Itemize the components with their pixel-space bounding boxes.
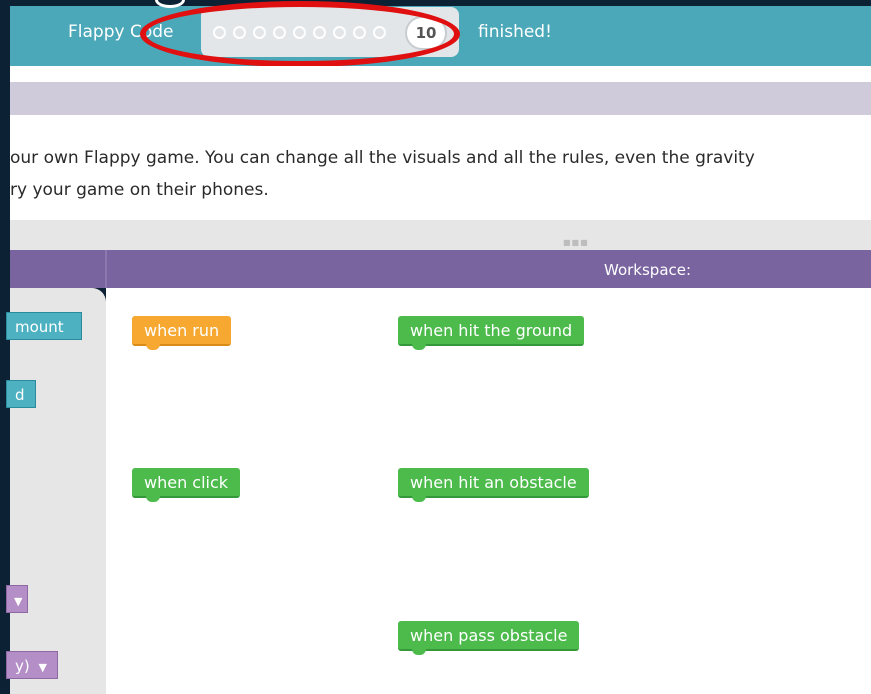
app-window: Flappy Code 10 finished! our own Flappy … bbox=[0, 0, 871, 694]
event-label: when hit the ground bbox=[410, 321, 573, 340]
toolbox-dropdown-block[interactable]: ▼ bbox=[6, 585, 28, 613]
toolbox-dropdown-block-y[interactable]: y) ▼ bbox=[6, 651, 58, 679]
instruction-line-1: our own Flappy game. You can change all … bbox=[10, 148, 755, 168]
toolbox-block-label: d bbox=[15, 386, 25, 404]
level-dot-8[interactable] bbox=[353, 26, 366, 39]
level-dot-5[interactable] bbox=[293, 26, 306, 39]
level-dot-3[interactable] bbox=[253, 26, 266, 39]
level-dot-2[interactable] bbox=[233, 26, 246, 39]
workspace-label: Workspace: bbox=[604, 261, 692, 279]
workspace-header bbox=[10, 250, 871, 288]
level-dot-9[interactable] bbox=[373, 26, 386, 39]
level-dot-4[interactable] bbox=[273, 26, 286, 39]
event-when-run[interactable]: when run bbox=[132, 316, 232, 350]
current-level-bubble[interactable]: 10 bbox=[405, 16, 447, 50]
level-title: Flappy Code bbox=[68, 22, 174, 42]
header-gap bbox=[10, 66, 871, 82]
resize-grip-icon[interactable]: ■■■ bbox=[563, 238, 589, 247]
event-label: when run bbox=[144, 321, 220, 340]
event-when-pass-obstacle[interactable]: when pass obstacle bbox=[398, 621, 580, 655]
event-when-click[interactable]: when click bbox=[132, 468, 241, 502]
event-label: when pass obstacle bbox=[410, 626, 568, 645]
dropdown-arrow-icon[interactable]: ▼ bbox=[14, 588, 22, 616]
lavender-bar bbox=[10, 82, 871, 115]
finished-text: finished! bbox=[478, 22, 552, 42]
header-top-edge bbox=[10, 0, 871, 6]
level-dot-7[interactable] bbox=[333, 26, 346, 39]
event-when-hit-obstacle[interactable]: when hit an obstacle bbox=[398, 468, 589, 502]
toolbox-panel bbox=[10, 288, 106, 694]
toolbox-block-label: y) bbox=[15, 657, 30, 675]
level-dot-1[interactable] bbox=[213, 26, 226, 39]
event-when-hit-ground[interactable]: when hit the ground bbox=[398, 316, 585, 350]
workspace-header-separator bbox=[105, 250, 107, 288]
instruction-line-2: ry your game on their phones. bbox=[10, 180, 269, 200]
instructions-panel: our own Flappy game. You can change all … bbox=[10, 115, 871, 220]
toolbox-block-d[interactable]: d bbox=[6, 380, 36, 408]
event-label: when click bbox=[144, 473, 229, 492]
event-label: when hit an obstacle bbox=[410, 473, 577, 492]
toolbox-block-mount[interactable]: mount bbox=[6, 312, 82, 340]
resize-divider[interactable] bbox=[10, 220, 871, 250]
dropdown-arrow-icon[interactable]: ▼ bbox=[39, 654, 47, 682]
toolbox-block-label: mount bbox=[15, 318, 64, 336]
level-dot-6[interactable] bbox=[313, 26, 326, 39]
